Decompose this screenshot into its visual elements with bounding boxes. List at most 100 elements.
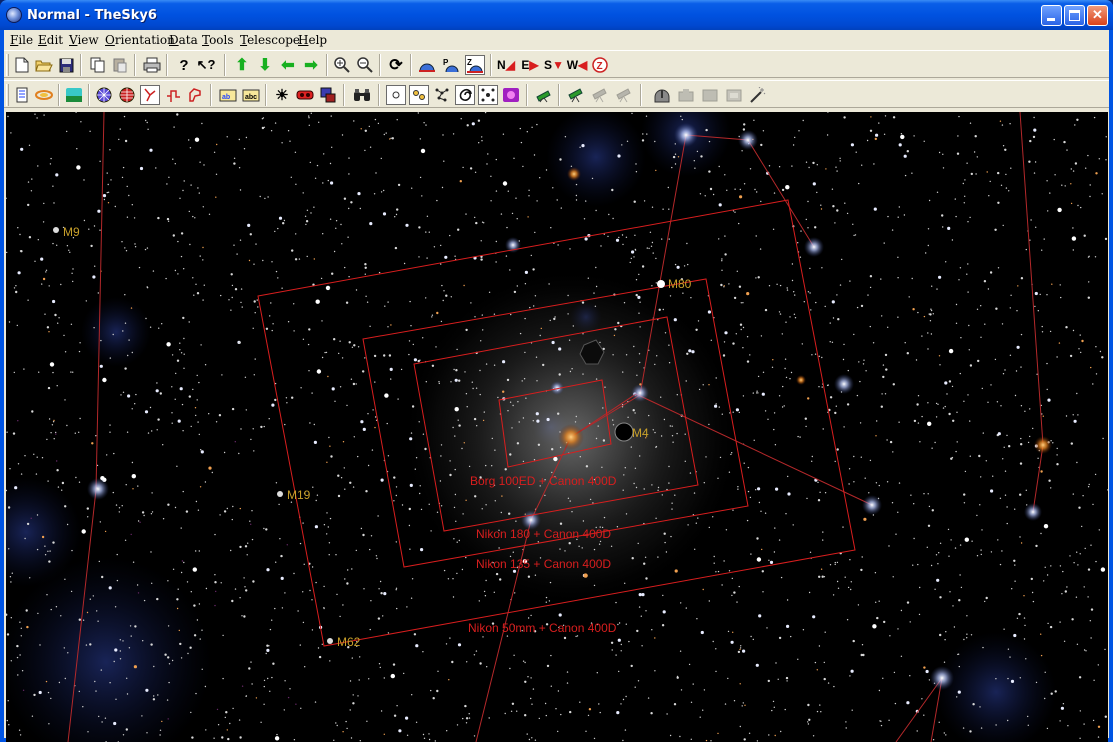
toolbar-grip[interactable]	[6, 54, 9, 76]
print-icon[interactable]	[142, 55, 162, 75]
focuser-icon[interactable]	[700, 85, 720, 105]
stars-icon[interactable]	[386, 85, 406, 105]
toolbar-separator	[558, 84, 560, 106]
minimize-button[interactable]	[1041, 5, 1062, 26]
help-icon[interactable]: ?	[174, 55, 194, 75]
menu-orientation[interactable]: Orientation	[105, 33, 175, 47]
menu-edit[interactable]: Edit	[38, 33, 63, 47]
daylight-icon[interactable]: ☀	[272, 85, 292, 105]
look-zenith-button[interactable]: Z	[590, 55, 610, 75]
menu-telescope[interactable]: Telescope	[240, 33, 300, 47]
move-left-icon[interactable]: ⬅	[278, 55, 298, 75]
title-bar[interactable]: Normal - TheSky6 ✕	[0, 0, 1113, 30]
label-m4[interactable]: M4	[632, 426, 649, 440]
move-right-icon[interactable]: ➡	[301, 55, 321, 75]
toolbar-separator	[265, 84, 267, 106]
constellation-figures-icon[interactable]	[140, 85, 160, 105]
photo-overlay-icon[interactable]	[318, 85, 338, 105]
magic-wand-icon[interactable]	[748, 85, 768, 105]
telescope-disconnect-icon[interactable]	[590, 85, 610, 105]
menu-tools[interactable]: Tools	[202, 33, 234, 47]
toolbar-separator	[526, 84, 528, 106]
label-m62[interactable]: M62	[337, 635, 360, 649]
nebulae-icon[interactable]	[478, 85, 498, 105]
thesky-app-icon[interactable]	[6, 7, 22, 23]
label-m80[interactable]: M80	[668, 277, 691, 291]
toolbar-separator	[88, 84, 90, 106]
zoom-out-icon[interactable]	[355, 55, 375, 75]
m19-cluster[interactable]	[277, 491, 283, 497]
label-m19[interactable]: M19	[287, 488, 310, 502]
equatorial-grid-icon[interactable]	[94, 85, 114, 105]
m80-cluster[interactable]	[657, 280, 665, 288]
zoom-in-icon[interactable]	[332, 55, 352, 75]
look-east-button[interactable]: E ▶	[520, 55, 540, 75]
zenith-view-icon[interactable]: Z	[465, 55, 485, 75]
sky-chart[interactable]: M9 M80 M4 M19 M62 Borg 100ED + Canon 400…	[6, 112, 1108, 742]
star-clusters-icon[interactable]	[432, 85, 452, 105]
telescope-link-icon[interactable]	[534, 85, 554, 105]
new-icon[interactable]	[12, 55, 32, 75]
binoculars-icon[interactable]	[352, 85, 372, 105]
save-icon[interactable]	[56, 55, 76, 75]
horizon-icon[interactable]	[64, 85, 84, 105]
label-display-icon[interactable]: abc	[241, 85, 261, 105]
close-button[interactable]: ✕	[1087, 5, 1108, 26]
context-help-icon[interactable]: ↖?	[196, 55, 216, 75]
fov-label-nikon135: Nikon 135 + Canon 400D	[476, 557, 612, 571]
autoguider-icon[interactable]	[724, 85, 744, 105]
app-window: Normal - TheSky6 ✕ File Edit View Orient…	[0, 0, 1113, 742]
dome-icon[interactable]	[652, 85, 672, 105]
m9-cluster[interactable]	[53, 227, 59, 233]
ecliptic-icon[interactable]	[34, 85, 54, 105]
look-north-button[interactable]: N ◢	[496, 55, 516, 75]
menu-data[interactable]: Data	[169, 33, 198, 47]
antares-star[interactable]	[558, 424, 584, 450]
toolbar-separator	[378, 84, 380, 106]
toolbar-separator	[410, 54, 412, 76]
minimize-icon	[1047, 18, 1055, 21]
maximize-button[interactable]	[1064, 5, 1085, 26]
open-icon[interactable]	[34, 55, 54, 75]
asterism-icon[interactable]	[186, 85, 206, 105]
sky-chart-canvas[interactable]	[6, 112, 1108, 742]
double-stars-icon[interactable]	[409, 85, 429, 105]
fov-label-borg: Borg 100ED + Canon 400D	[470, 474, 617, 488]
standard-toolbar: ? ↖? ⬆ ⬇ ⬅ ➡ ⟳ P Z N ◢ E ▶ S ▼ W ◀ Z	[4, 50, 1109, 78]
menu-view[interactable]: View	[69, 33, 99, 47]
look-west-button[interactable]: W ◀	[567, 55, 588, 75]
m62-cluster[interactable]	[327, 638, 333, 644]
menu-bar: File Edit View Orientation Data Tools Te…	[4, 30, 1109, 50]
display-toolbar: ab abc ☀	[4, 80, 1109, 108]
object-info-icon[interactable]	[12, 85, 32, 105]
m4-cluster[interactable]	[614, 422, 634, 442]
move-down-icon[interactable]: ⬇	[255, 55, 275, 75]
pole-view-icon[interactable]: P	[441, 55, 461, 75]
svg-text:Z: Z	[597, 61, 603, 72]
galaxies-icon[interactable]	[455, 85, 475, 105]
menu-file[interactable]: File	[10, 33, 33, 47]
move-up-icon[interactable]: ⬆	[232, 55, 252, 75]
horizon-view-icon[interactable]	[417, 55, 437, 75]
label-m9[interactable]: M9	[63, 225, 80, 239]
copy-icon[interactable]	[88, 55, 108, 75]
telescope-connect-icon[interactable]	[566, 85, 586, 105]
fov-label-nikon50: Nikon 50mm + Canon 400D	[468, 621, 617, 635]
alt-az-grid-icon[interactable]	[117, 85, 137, 105]
camera-icon[interactable]	[676, 85, 696, 105]
maximize-icon	[1069, 10, 1080, 21]
night-vision-icon[interactable]	[295, 85, 315, 105]
paste-icon[interactable]	[110, 55, 130, 75]
deep-sky-icon[interactable]	[501, 85, 521, 105]
look-south-button[interactable]: S ▼	[544, 55, 564, 75]
toolbar-separator	[134, 54, 136, 76]
refresh-icon[interactable]: ⟳	[386, 55, 406, 75]
toolbar-separator	[640, 84, 642, 106]
menu-help[interactable]: Help	[298, 33, 327, 47]
constellation-boundaries-icon[interactable]	[163, 85, 183, 105]
label-settings-icon[interactable]: ab	[218, 85, 238, 105]
toolbar-grip[interactable]	[6, 84, 9, 106]
telescope-slew-icon[interactable]	[614, 85, 634, 105]
svg-text:P: P	[443, 58, 449, 67]
toolbar-separator	[58, 84, 60, 106]
